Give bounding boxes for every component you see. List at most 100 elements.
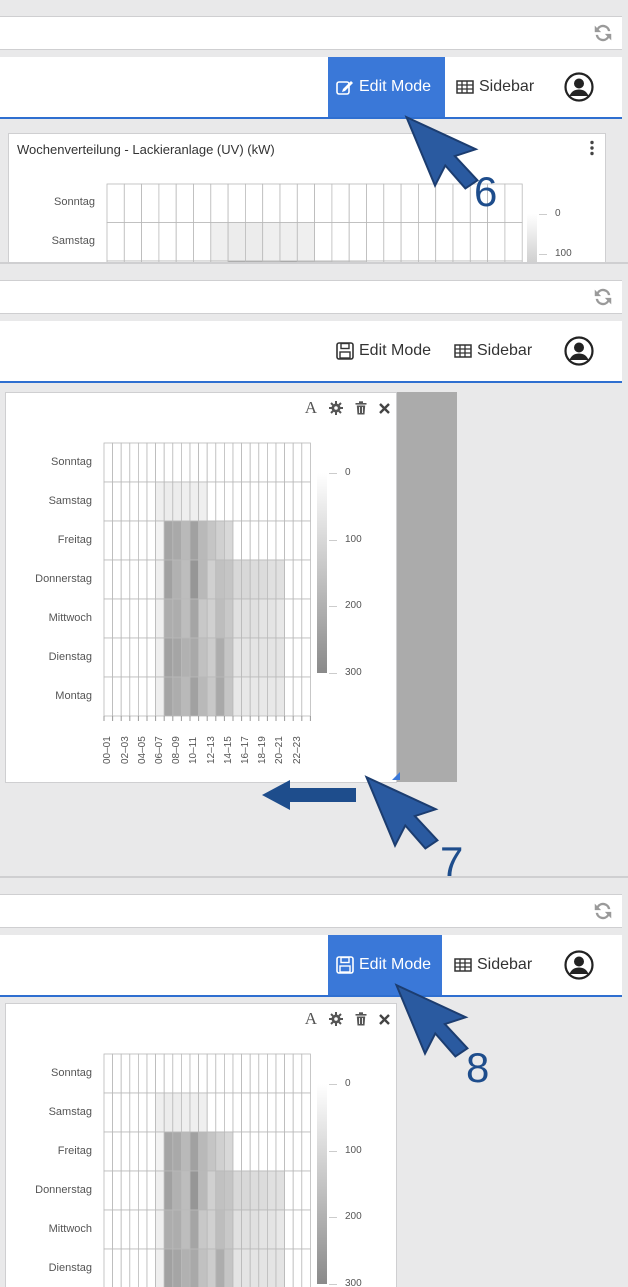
heatmap-cell	[172, 1170, 182, 1211]
color-legend-bar	[317, 473, 327, 673]
sidebar-button[interactable]: Sidebar	[446, 321, 540, 381]
heatmap-cell	[137, 676, 148, 717]
legend-tick	[329, 606, 337, 608]
heatmap-cell	[137, 1209, 148, 1250]
heatmap-cell	[163, 1209, 174, 1250]
heatmap-cell	[249, 676, 260, 717]
screenshot-panel-step-8: Edit Mode Sidebar A Sonntag Samstag Freita…	[0, 876, 628, 1287]
heatmap-cell	[258, 676, 268, 717]
heatmap-cell	[331, 183, 350, 223]
user-avatar-icon[interactable]	[564, 72, 594, 102]
heatmap-cell	[435, 222, 454, 262]
heatmap-cell	[129, 637, 139, 678]
heatmap-cell	[172, 520, 182, 561]
heatmap-cell	[172, 1092, 182, 1133]
heatmap-cell	[223, 1209, 234, 1250]
heatmap-cell	[206, 1053, 217, 1094]
heatmap-cell	[266, 481, 277, 522]
heatmap-cell	[215, 1170, 225, 1211]
heatmap-cell	[284, 637, 294, 678]
heatmap-cell	[172, 481, 182, 522]
heatmap-cell	[129, 1170, 139, 1211]
heatmap-cell	[198, 1248, 208, 1287]
heatmap-cell	[129, 1053, 139, 1094]
legend-tick	[329, 473, 337, 474]
heatmap-cell	[266, 559, 277, 600]
heatmap-cell	[112, 520, 122, 561]
heatmap-cell	[227, 183, 246, 223]
heatmap-cell	[223, 520, 234, 561]
legend-tick	[329, 1084, 337, 1085]
hour-tick-label: 00–01	[102, 736, 114, 764]
refresh-icon[interactable]	[592, 286, 614, 308]
heatmap-cell	[241, 559, 251, 600]
hour-tick-label: 18–19	[257, 736, 269, 764]
user-avatar-icon[interactable]	[564, 950, 594, 980]
edit-mode-button[interactable]: Edit Mode	[328, 321, 439, 381]
legend-tick	[329, 1150, 337, 1152]
heatmap-cell	[301, 637, 311, 678]
edit-icon	[336, 81, 353, 95]
heatmap-cell	[292, 598, 303, 639]
heatmap-cell	[296, 183, 315, 223]
day-label: Freitag	[57, 1144, 92, 1157]
heatmap-svg	[103, 442, 327, 721]
heatmap-cell	[141, 222, 160, 262]
heatmap-cell	[189, 1170, 200, 1211]
heatmap-cell	[137, 598, 148, 639]
heatmap-cell	[189, 559, 200, 600]
heatmap-cell	[301, 676, 311, 717]
heatmap-cell	[172, 442, 182, 483]
refresh-icon[interactable]	[592, 22, 614, 44]
heatmap-cell	[112, 1131, 122, 1172]
heatmap-cell	[180, 1170, 191, 1211]
heatmap-cell	[120, 637, 131, 678]
heatmap-cell	[249, 598, 260, 639]
heatmap-cell	[232, 1209, 243, 1250]
day-label: Sonntag	[51, 1066, 92, 1079]
heatmap-cell	[112, 598, 122, 639]
heatmap-cell	[258, 559, 268, 600]
day-label: Mittwoch	[48, 611, 92, 624]
refresh-icon[interactable]	[592, 900, 614, 922]
day-label: Dienstag	[48, 1261, 92, 1274]
step-callout-number: 6	[474, 168, 498, 215]
heatmap-cell	[198, 481, 208, 522]
heatmap-cell	[292, 481, 303, 522]
heatmap-cell	[215, 598, 225, 639]
heatmap-cell	[266, 1248, 277, 1287]
day-label: Donnerstag	[35, 1183, 92, 1196]
heatmap-cell	[103, 1248, 114, 1287]
heatmap-cell	[146, 1170, 157, 1211]
heatmap-cell	[504, 183, 523, 223]
heatmap-cell	[189, 676, 200, 717]
heatmap-cell	[103, 481, 114, 522]
heatmap-cell	[146, 520, 157, 561]
heatmap-cell	[206, 637, 217, 678]
heatmap-cell	[155, 481, 165, 522]
heatmap-cell	[198, 1092, 208, 1133]
heatmap-cell	[155, 676, 165, 717]
heatmap-cell	[232, 1170, 243, 1211]
heatmap-cell	[223, 442, 234, 483]
dashboard-navbar: Edit Mode Sidebar	[0, 321, 622, 383]
heatmap-cell	[129, 442, 139, 483]
heatmap-cell	[112, 1248, 122, 1287]
heatmap-cell	[137, 1248, 148, 1287]
heatmap-cell	[249, 559, 260, 600]
legend-tick-label: 0	[345, 467, 351, 478]
heatmap-cell	[137, 559, 148, 600]
heatmap-cell	[314, 183, 333, 223]
heatmap-cell	[120, 1131, 131, 1172]
heatmap-cell	[241, 481, 251, 522]
heatmap-cell	[275, 1209, 286, 1250]
heatmap-cell	[103, 1131, 114, 1172]
heatmap-cell	[348, 183, 367, 223]
color-legend-bar	[317, 1084, 327, 1284]
day-label: Samstag	[48, 494, 92, 507]
heatmap-cell	[215, 481, 225, 522]
user-avatar-icon[interactable]	[564, 336, 594, 366]
heatmap-cell	[292, 1248, 303, 1287]
heatmap-cell	[223, 1248, 234, 1287]
heatmap-cell	[244, 183, 264, 223]
